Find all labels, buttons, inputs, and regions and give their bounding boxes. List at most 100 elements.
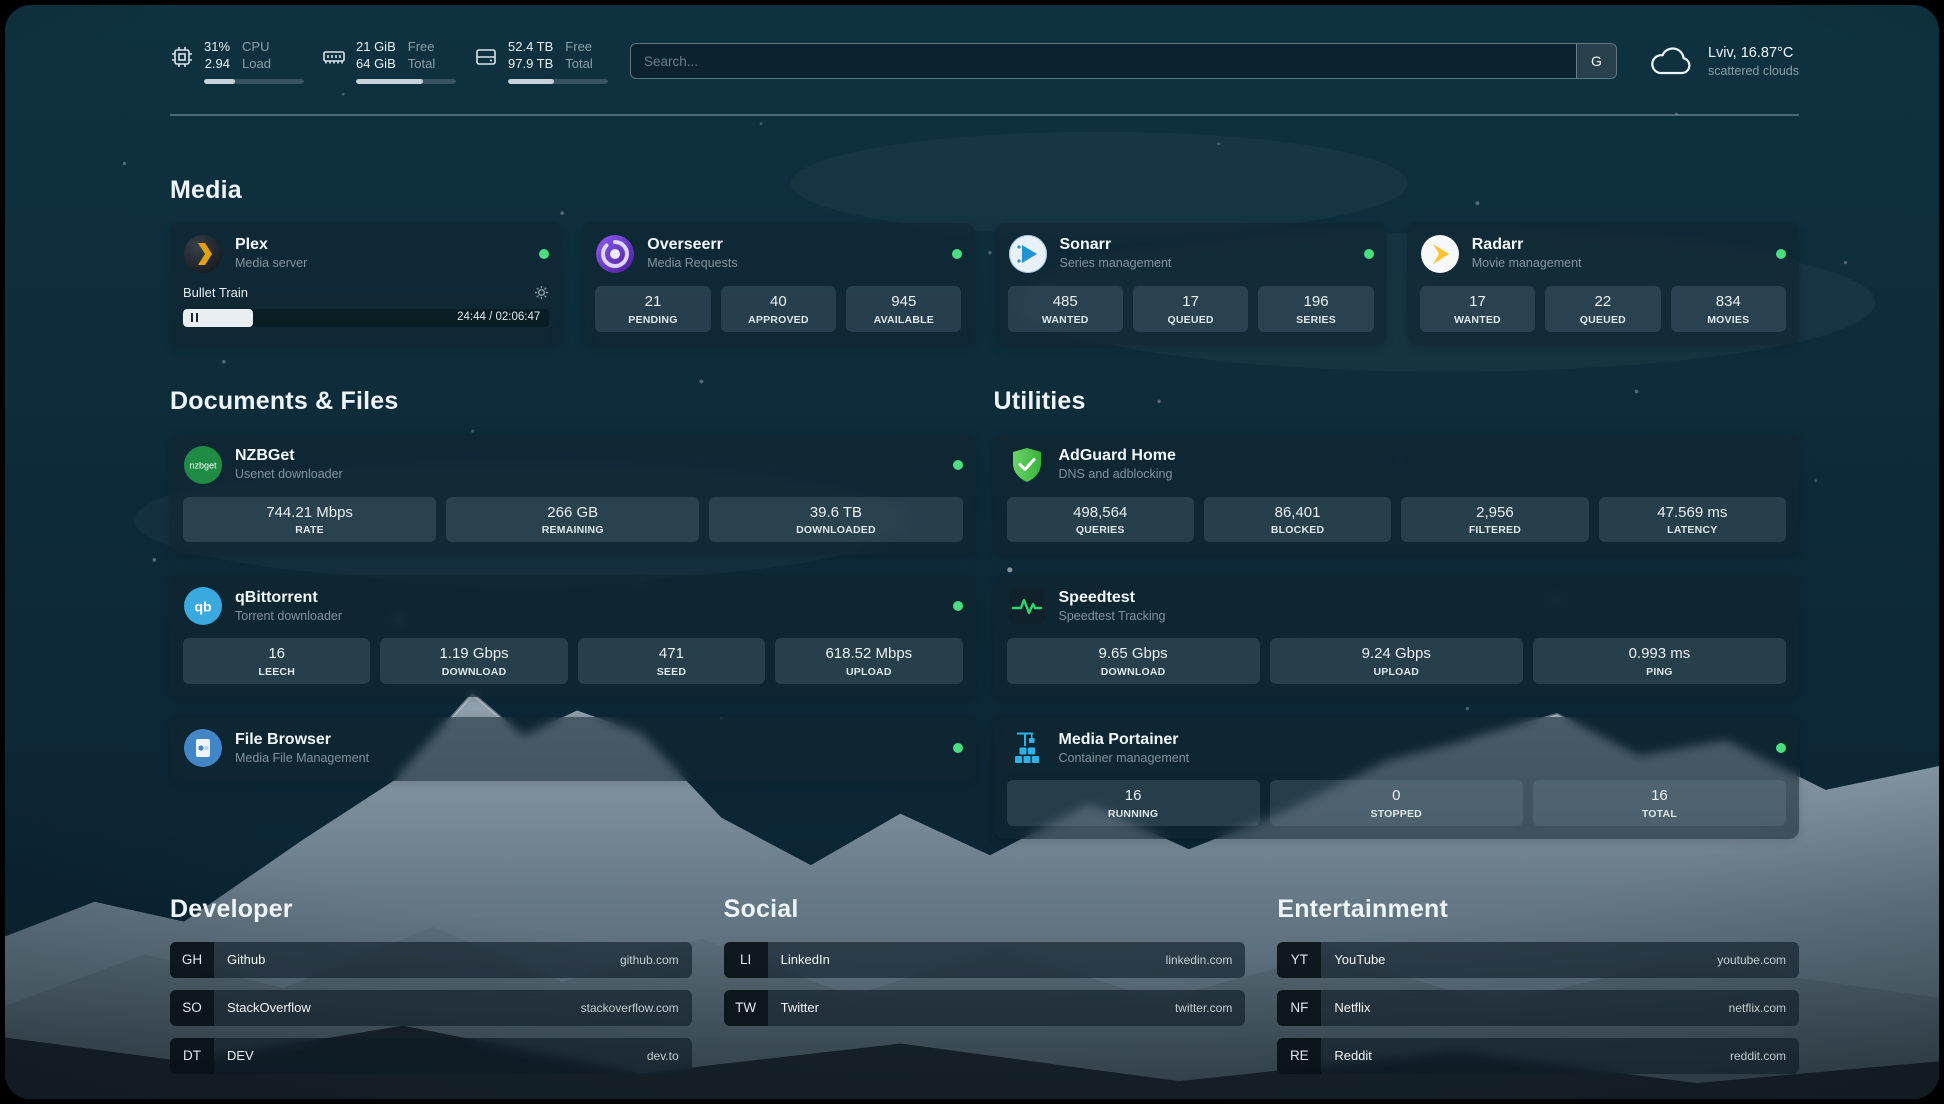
bookmark-url: youtube.com — [1717, 953, 1786, 967]
service-description: Torrent downloader — [235, 609, 342, 625]
bookmark-group-entertainment: Entertainment YT YouTube youtube.com NF … — [1277, 895, 1799, 1074]
service-stats: 9.65 Gbps DOWNLOAD 9.24 Gbps UPLOAD 0.99… — [1007, 638, 1787, 684]
bookmark-dev[interactable]: DT DEV dev.to — [170, 1038, 692, 1074]
bookmark-group-title: Entertainment — [1277, 895, 1799, 924]
service-description: Media File Management — [235, 751, 369, 767]
service-description: Media Requests — [647, 256, 737, 272]
memory-free-value: 21 GiB — [356, 39, 396, 56]
stat-upload: 618.52 Mbps UPLOAD — [775, 638, 962, 684]
disk-progress-bar — [508, 79, 608, 84]
bookmark-url: stackoverflow.com — [581, 1001, 679, 1015]
bookmark-url: dev.to — [647, 1049, 679, 1063]
settings-gear-icon[interactable] — [534, 285, 549, 300]
service-stats: 498,564 QUERIES 86,401 BLOCKED 2,956 FIL… — [1007, 497, 1787, 543]
service-card-nzbget[interactable]: nzbget NZBGet Usenet downloader 74 — [170, 434, 976, 556]
disk-free-label: Free — [565, 39, 592, 56]
disk-free-value: 52.4 TB — [508, 39, 553, 56]
playback-time: 24:44 / 02:06:47 — [457, 311, 540, 323]
service-description: Speedtest Tracking — [1059, 609, 1166, 625]
memory-widget: 21 GiB 64 GiB Free Total — [322, 39, 456, 84]
stat-download: 1.19 Gbps DOWNLOAD — [380, 638, 567, 684]
svg-text:nzbget: nzbget — [189, 460, 217, 470]
cpu-load-value: 2.94 — [205, 56, 230, 73]
bookmark-abbr: SO — [170, 990, 214, 1026]
bookmark-stackoverflow[interactable]: SO StackOverflow stackoverflow.com — [170, 990, 692, 1026]
stat-rate: 744.21 Mbps RATE — [183, 497, 436, 543]
cpu-label: CPU — [242, 39, 269, 56]
weather-widget: Lviv, 16.87°C scattered clouds — [1647, 43, 1799, 79]
service-card-sonarr[interactable]: Sonarr Series management 485 WANTED 17 Q… — [995, 223, 1387, 345]
service-name: qBittorrent — [235, 588, 342, 608]
stat-remaining: 266 GB REMAINING — [446, 497, 699, 543]
pause-icon[interactable] — [191, 313, 198, 322]
stat-running: 16 RUNNING — [1007, 780, 1260, 826]
stat-seed: 471 SEED — [578, 638, 765, 684]
bookmark-github[interactable]: GH Github github.com — [170, 942, 692, 978]
search-provider-button[interactable]: G — [1576, 44, 1616, 78]
service-name: Media Portainer — [1059, 730, 1190, 750]
search-bar: G — [630, 43, 1617, 79]
filebrowser-icon — [183, 728, 223, 768]
service-stats: 21 PENDING 40 APPROVED 945 AVAILABLE — [595, 286, 961, 332]
stat-ping: 0.993 ms PING — [1533, 638, 1786, 684]
service-name: Overseerr — [647, 235, 737, 255]
service-card-qbittorrent[interactable]: qb qBittorrent Torrent downloader — [170, 575, 976, 697]
bookmark-abbr: RE — [1277, 1038, 1321, 1074]
nzbget-icon: nzbget — [183, 445, 223, 485]
weather-location: Lviv, 16.87°C — [1708, 44, 1799, 63]
service-stats: 17 WANTED 22 QUEUED 834 MOVIES — [1420, 286, 1786, 332]
bookmark-abbr: YT — [1277, 942, 1321, 978]
bookmark-url: github.com — [620, 953, 679, 967]
bookmark-netflix[interactable]: NF Netflix netflix.com — [1277, 990, 1799, 1026]
stat-approved: 40 APPROVED — [721, 286, 836, 332]
bookmark-reddit[interactable]: RE Reddit reddit.com — [1277, 1038, 1799, 1074]
service-stats: 744.21 Mbps RATE 266 GB REMAINING 39.6 T… — [183, 497, 963, 543]
stat-series: 196 SERIES — [1258, 286, 1373, 332]
disk-total-value: 97.9 TB — [508, 56, 553, 73]
bookmark-linkedin[interactable]: LI LinkedIn linkedin.com — [724, 942, 1246, 978]
service-card-filebrowser[interactable]: File Browser Media File Management — [170, 717, 976, 781]
service-description: Media server — [235, 256, 307, 272]
service-card-adguard[interactable]: AdGuard Home DNS and adblocking 498,564 … — [994, 434, 1800, 556]
disk-total-label: Total — [565, 56, 592, 73]
weather-condition: scattered clouds — [1708, 63, 1799, 79]
bookmark-label: YouTube — [1334, 952, 1385, 967]
section-title-documents: Documents & Files — [170, 387, 976, 416]
cloud-icon — [1647, 43, 1695, 79]
service-name: Speedtest — [1059, 588, 1166, 608]
memory-free-label: Free — [408, 39, 435, 56]
plex-progress-bar[interactable]: 24:44 / 02:06:47 — [183, 309, 549, 327]
bookmark-label: StackOverflow — [227, 1000, 311, 1015]
status-indicator — [1364, 249, 1374, 259]
service-card-plex[interactable]: Plex Media server Bullet Train — [170, 223, 562, 345]
stat-blocked: 86,401 BLOCKED — [1204, 497, 1391, 543]
service-description: Container management — [1059, 751, 1190, 767]
service-card-overseerr[interactable]: Overseerr Media Requests 21 PENDING 40 A… — [582, 223, 974, 345]
stat-download: 9.65 Gbps DOWNLOAD — [1007, 638, 1260, 684]
status-indicator — [1776, 249, 1786, 259]
bookmark-url: reddit.com — [1730, 1049, 1786, 1063]
service-name: AdGuard Home — [1059, 446, 1176, 466]
speedtest-icon — [1007, 586, 1047, 626]
service-card-portainer[interactable]: Media Portainer Container management 16 … — [994, 717, 1800, 839]
radarr-icon — [1420, 234, 1460, 274]
bookmark-group-developer: Developer GH Github github.com SO StackO… — [170, 895, 692, 1074]
service-description: DNS and adblocking — [1059, 467, 1176, 483]
cpu-load-label: Load — [242, 56, 271, 73]
dashboard-screen: 31% 2.94 CPU Load — [5, 5, 1939, 1099]
bookmark-twitter[interactable]: TW Twitter twitter.com — [724, 990, 1246, 1026]
stat-filtered: 2,956 FILTERED — [1401, 497, 1588, 543]
disk-icon — [474, 45, 498, 69]
bookmark-youtube[interactable]: YT YouTube youtube.com — [1277, 942, 1799, 978]
stat-latency: 47.569 ms LATENCY — [1599, 497, 1786, 543]
bookmark-label: Twitter — [781, 1000, 819, 1015]
service-card-speedtest[interactable]: Speedtest Speedtest Tracking 9.65 Gbps D… — [994, 575, 1800, 697]
service-card-radarr[interactable]: Radarr Movie management 17 WANTED 22 QUE… — [1407, 223, 1799, 345]
qbittorrent-icon: qb — [183, 586, 223, 626]
status-indicator — [953, 743, 963, 753]
search-input[interactable] — [631, 44, 1576, 78]
section-utilities: Utilities — [994, 387, 1800, 839]
service-description: Series management — [1060, 256, 1172, 272]
cpu-chip-icon — [170, 45, 194, 69]
bookmark-label: Netflix — [1334, 1000, 1370, 1015]
